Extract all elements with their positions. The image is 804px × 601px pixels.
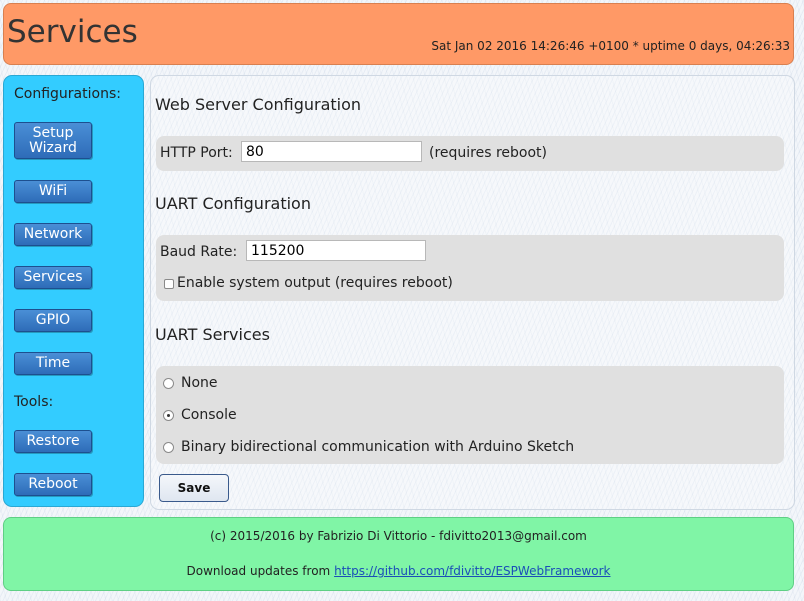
copyright-text: (c) 2015/2016 by Fabrizio Di Vittorio - …: [210, 529, 587, 543]
main-content: Web Server Configuration HTTP Port: (req…: [150, 75, 795, 510]
time-button[interactable]: Time: [14, 352, 92, 375]
http-port-note: (requires reboot): [429, 145, 548, 161]
setup-wizard-button[interactable]: Setup Wizard: [14, 122, 92, 159]
uart-section-title: UART Configuration: [155, 194, 311, 213]
configurations-label: Configurations:: [14, 86, 121, 102]
system-output-label: Enable system output (requires reboot): [177, 275, 453, 291]
uart-services-panel: None Console Binary bidirectional commun…: [156, 366, 784, 464]
binary-arduino-option-label: Binary bidirectional communication with …: [181, 439, 575, 455]
services-button[interactable]: Services: [14, 266, 92, 289]
status-datetime-uptime: Sat Jan 02 2016 14:26:46 +0100 * uptime …: [431, 39, 790, 53]
restore-button[interactable]: Restore: [14, 430, 92, 453]
header-bar: Services Sat Jan 02 2016 14:26:46 +0100 …: [3, 3, 794, 65]
footer: (c) 2015/2016 by Fabrizio Di Vittorio - …: [3, 517, 794, 591]
uart-panel: Baud Rate: Enable system output (require…: [156, 235, 784, 301]
baud-rate-input[interactable]: [246, 240, 426, 261]
http-port-label: HTTP Port:: [160, 145, 233, 161]
baud-rate-label: Baud Rate:: [160, 244, 238, 260]
web-server-section-title: Web Server Configuration: [155, 95, 362, 114]
gpio-button[interactable]: GPIO: [14, 309, 92, 332]
download-line: Download updates from https://github.com…: [4, 564, 793, 578]
reboot-button[interactable]: Reboot: [14, 473, 92, 496]
none-option-label: None: [181, 375, 218, 391]
page-title: Services: [7, 14, 138, 50]
wifi-button[interactable]: WiFi: [14, 180, 92, 203]
none-radio[interactable]: [163, 378, 174, 389]
save-button[interactable]: Save: [159, 474, 229, 502]
network-button[interactable]: Network: [14, 223, 92, 246]
uart-services-section-title: UART Services: [155, 325, 270, 344]
console-radio[interactable]: [163, 410, 174, 421]
http-port-input[interactable]: [241, 141, 422, 162]
download-prefix: Download updates from: [186, 564, 331, 578]
tools-label: Tools:: [14, 394, 54, 410]
sidebar: Configurations: Setup Wizard WiFi Networ…: [3, 75, 144, 507]
binary-arduino-radio[interactable]: [163, 442, 174, 453]
web-server-panel: HTTP Port: (requires reboot): [156, 136, 784, 171]
system-output-checkbox[interactable]: [164, 279, 174, 289]
github-link[interactable]: https://github.com/fdivitto/ESPWebFramew…: [334, 564, 610, 578]
console-option-label: Console: [181, 407, 237, 423]
